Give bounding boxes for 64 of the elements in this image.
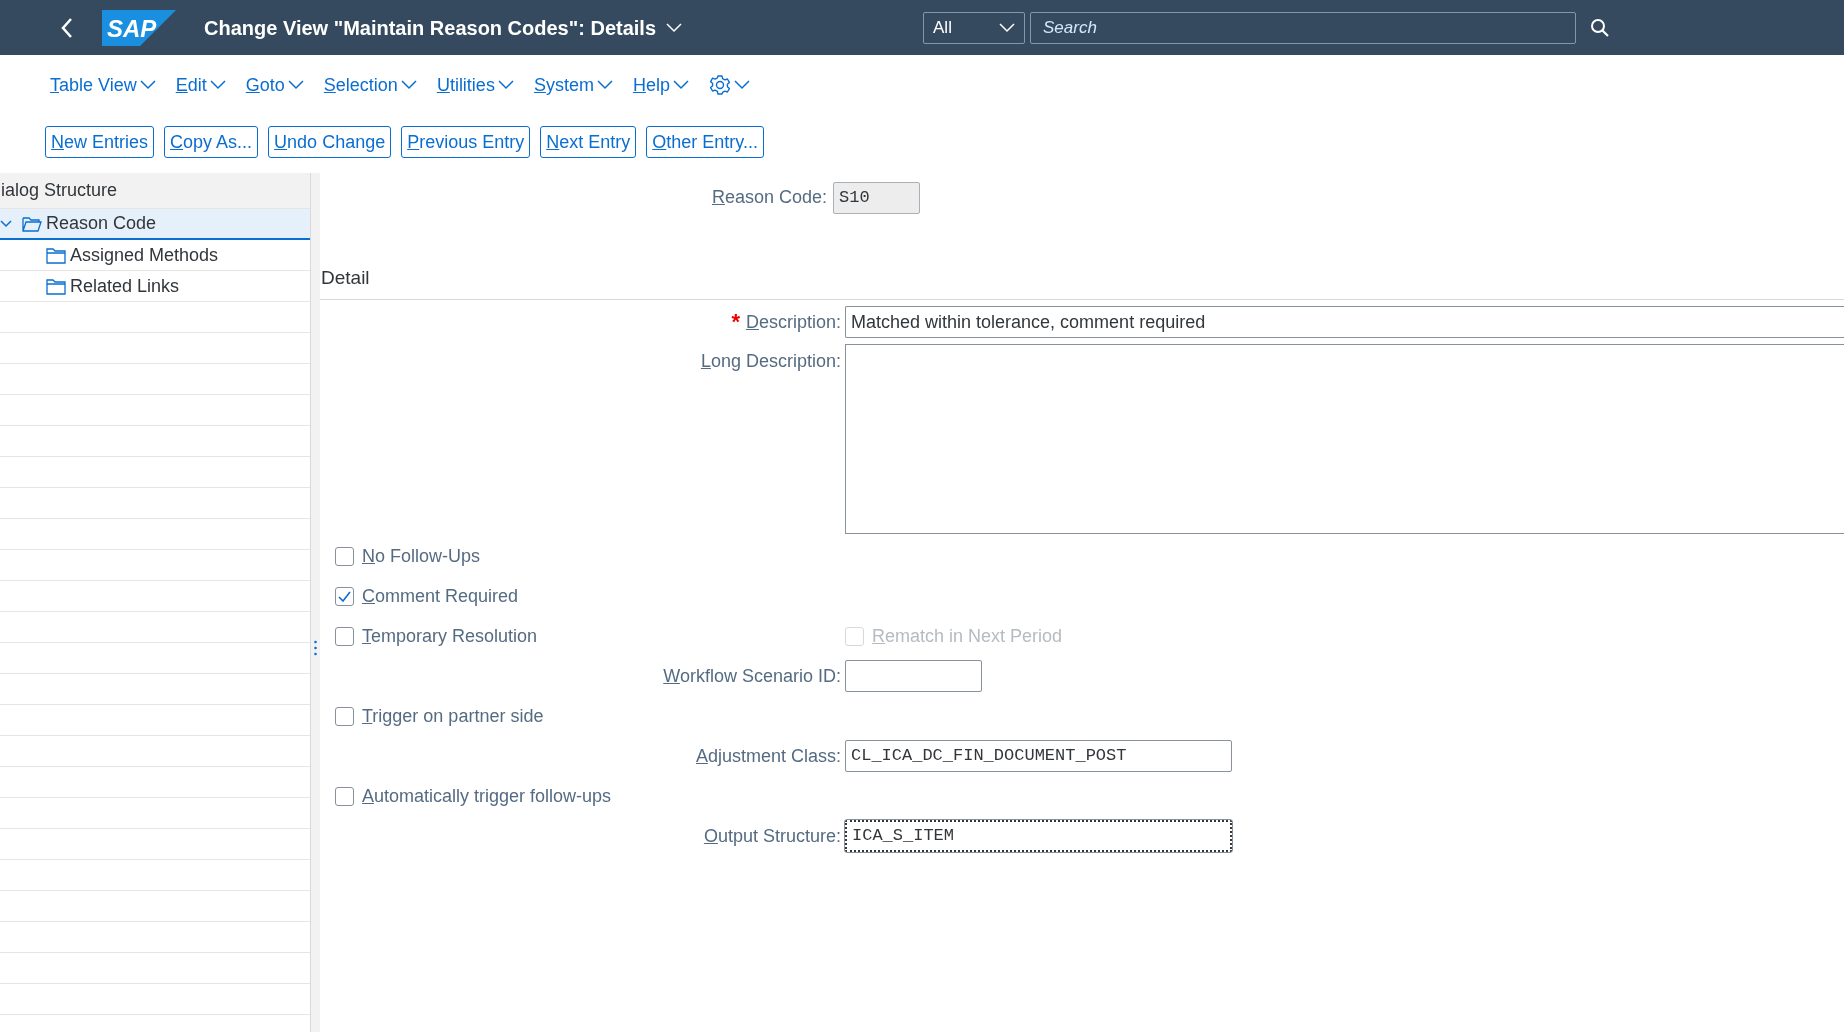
input-field[interactable]: CL_ICA_DC_FIN_DOCUMENT_POST: [845, 740, 1232, 772]
settings-menu[interactable]: [708, 74, 750, 96]
checkbox[interactable]: [335, 546, 354, 566]
menu-item[interactable]: Selection: [323, 71, 417, 99]
checkbox-label[interactable]: Comment Required: [362, 582, 519, 610]
input-field[interactable]: ICA_S_ITEM: [845, 820, 1232, 852]
chevron-down-icon: [209, 80, 226, 90]
chevron-down-icon[interactable]: [0, 217, 12, 230]
menu-item[interactable]: Edit: [175, 71, 226, 99]
menu-item[interactable]: System: [533, 71, 613, 99]
toolbar-button[interactable]: New Entries: [45, 126, 155, 158]
reason-code-field: S10: [833, 181, 920, 214]
input-field[interactable]: [845, 660, 982, 692]
open-folder-icon: [22, 215, 42, 232]
field-label: Output Structure:: [703, 824, 841, 848]
panel-title: ialog Structure: [1, 179, 118, 202]
chevron-down-icon: [139, 80, 156, 90]
checkbox[interactable]: [335, 706, 354, 726]
field-label: Description:: [745, 310, 841, 334]
chevron-down-icon: [596, 80, 613, 90]
checkbox-label: Rematch in Next Period: [872, 624, 1063, 648]
chevron-down-icon: [999, 22, 1016, 33]
field-label: Long Description:: [700, 350, 841, 373]
toolbar-button[interactable]: Other Entry...: [646, 126, 764, 158]
back-icon[interactable]: [60, 16, 74, 39]
tree-node[interactable]: Related Links: [0, 271, 310, 302]
drag-handle-icon[interactable]: [314, 639, 317, 656]
tree-node[interactable]: Assigned Methods: [0, 240, 310, 271]
checkbox[interactable]: [335, 626, 354, 646]
section-title: Detail: [320, 258, 1844, 300]
logo-icon[interactable]: SAP: [102, 9, 176, 46]
description-field[interactable]: Matched within tolerance, comment required: [845, 306, 1844, 338]
checkbox-label[interactable]: Temporary Resolution: [362, 622, 538, 650]
chevron-down-icon: [672, 80, 689, 90]
chevron-down-icon: [400, 80, 417, 90]
checkbox[interactable]: [335, 786, 354, 806]
folder-icon: [46, 277, 66, 295]
field-label: Reason Code:: [711, 186, 827, 209]
field-label: Adjustment Class:: [695, 744, 841, 768]
toolbar-button[interactable]: Next Entry: [540, 126, 637, 158]
chevron-down-icon: [287, 80, 304, 90]
menu-item[interactable]: Utilities: [436, 71, 514, 99]
menu-item[interactable]: Help: [632, 71, 689, 99]
settings-icon: [708, 74, 731, 96]
checkbox-label[interactable]: Trigger on partner side: [362, 702, 544, 730]
checkbox-label[interactable]: No Follow-Ups: [362, 542, 481, 570]
chevron-down-icon: [666, 22, 683, 33]
menu-item[interactable]: Table View: [50, 71, 156, 99]
window-title: Change View "Maintain Reason Codes": Details: [204, 15, 657, 41]
chevron-down-icon: [733, 80, 750, 90]
folder-icon: [46, 246, 66, 264]
toolbar-button[interactable]: Copy As...: [164, 126, 259, 158]
chevron-down-icon: [497, 80, 514, 90]
checkbox[interactable]: [335, 586, 354, 606]
menu-item[interactable]: Goto: [245, 71, 304, 99]
checkbox-label[interactable]: Automatically trigger follow-ups: [362, 782, 612, 810]
toolbar-button[interactable]: Undo Change: [268, 126, 392, 158]
toolbar-button[interactable]: Previous Entry: [401, 126, 531, 158]
required-asterisk: *: [731, 311, 740, 333]
search-field[interactable]: Search: [1030, 11, 1577, 44]
search-scope-dropdown[interactable]: All: [923, 11, 1026, 44]
tree-node[interactable]: Reason Code: [0, 209, 310, 240]
field-label: Workflow Scenario ID:: [663, 664, 841, 688]
search-icon[interactable]: [1590, 17, 1611, 38]
